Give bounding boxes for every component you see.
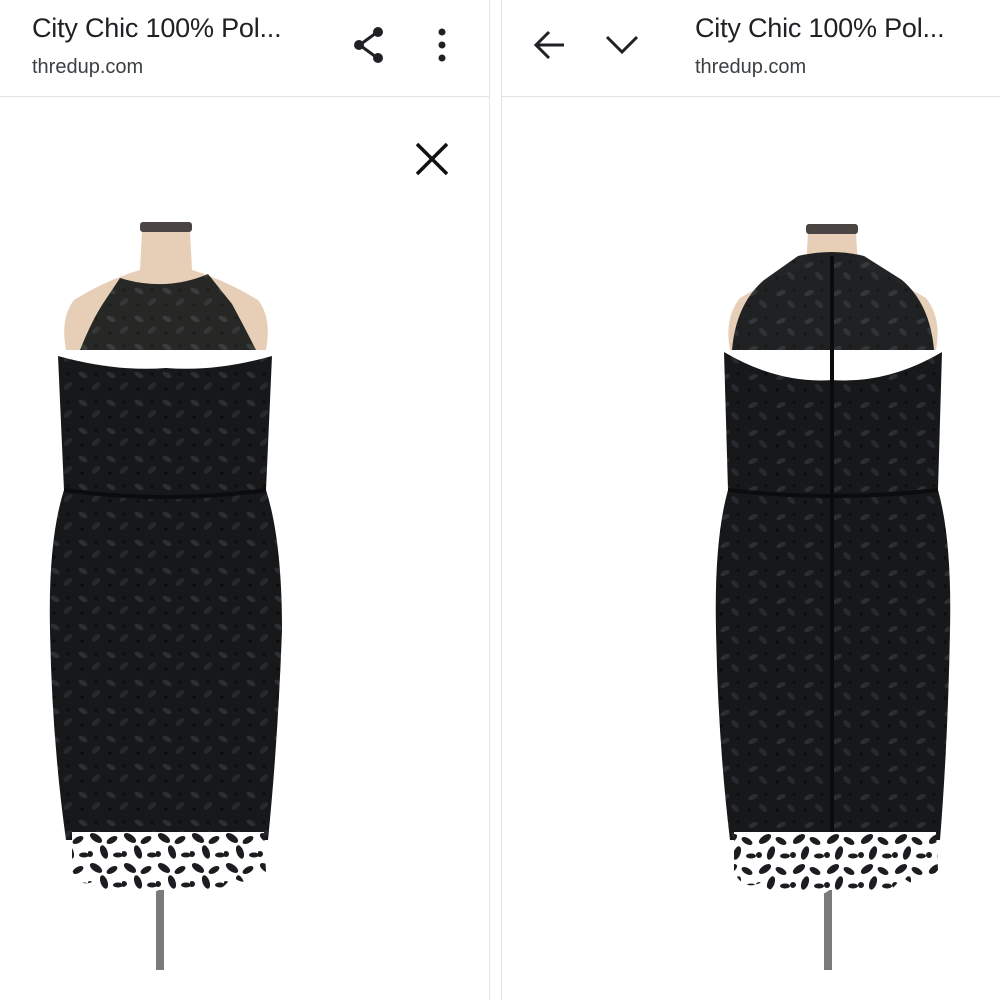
back-button[interactable] xyxy=(530,25,570,65)
product-image-back[interactable] xyxy=(688,200,988,980)
more-options-button[interactable] xyxy=(430,25,454,65)
share-icon xyxy=(354,27,383,63)
expand-button[interactable] xyxy=(602,27,642,63)
site-domain: thredup.com xyxy=(32,56,144,78)
more-vert-icon xyxy=(438,28,446,62)
site-domain: thredup.com xyxy=(695,56,807,78)
left-pane: City Chic 100% Pol... thredup.com xyxy=(0,0,489,1000)
pane-divider[interactable] xyxy=(489,0,502,1000)
left-header: City Chic 100% Pol... thredup.com xyxy=(0,0,489,97)
right-pane: City Chic 100% Pol... thredup.com xyxy=(502,0,1000,1000)
page-title[interactable]: City Chic 100% Pol... xyxy=(695,13,945,44)
close-button[interactable] xyxy=(409,136,455,182)
arrow-back-icon xyxy=(533,30,564,60)
right-header: City Chic 100% Pol... thredup.com xyxy=(502,0,1000,97)
page-title[interactable]: City Chic 100% Pol... xyxy=(32,13,282,44)
chevron-down-icon xyxy=(605,35,639,55)
split-screen: City Chic 100% Pol... thredup.com City C… xyxy=(0,0,1000,1000)
product-image-front[interactable] xyxy=(20,200,320,980)
close-icon xyxy=(415,142,449,176)
share-button[interactable] xyxy=(350,25,390,65)
